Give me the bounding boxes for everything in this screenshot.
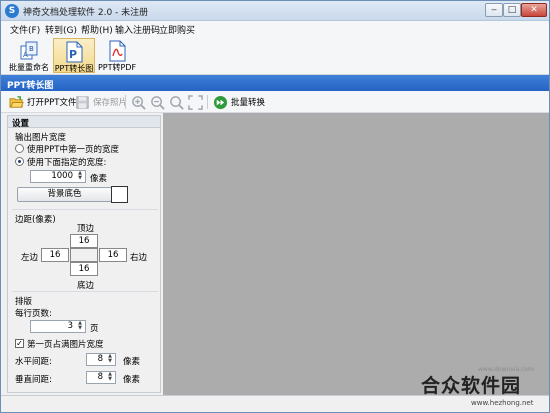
h-gap-value: 8 <box>97 354 103 364</box>
save-image-label: 保存照片 <box>93 98 128 108</box>
bottom-margin-input[interactable]: 16 <box>70 262 98 276</box>
rename-icon: A B <box>20 41 38 60</box>
width-value: 1000 <box>51 171 73 181</box>
background-color-button[interactable]: 背景底色 <box>17 187 112 202</box>
ribbon-batch-rename-label: 批量重命名 <box>9 63 49 72</box>
minimize-button[interactable]: ‒ <box>485 3 503 17</box>
pdf-icon <box>109 40 126 62</box>
stepper-arrows-icon[interactable]: ▲ ▼ <box>76 321 84 332</box>
open-ppt-label: 打开PPT文件 <box>27 98 77 108</box>
width-stepper[interactable]: 1000 ▲ ▼ <box>30 170 86 183</box>
window-title: 神奇文档处理软件 2.0 - 未注册 <box>23 8 149 18</box>
left-margin-input[interactable]: 16 <box>41 248 69 262</box>
section-title: PPT转长图 <box>1 75 549 91</box>
right-margin-input[interactable]: 16 <box>99 248 127 262</box>
app-logo-icon: S <box>5 4 19 18</box>
settings-panel: 设置 输出图片宽度 使用PPT中第一页的宽度 使用下面指定的宽度: 1000 ▲… <box>7 115 161 393</box>
divider <box>12 291 158 292</box>
v-gap-value: 8 <box>97 372 103 382</box>
menu-bar: 文件(F) 转到(G) 帮助(H) 输入注册码 立即购买 <box>1 21 549 37</box>
svg-text:B: B <box>29 45 34 53</box>
toolbar: 打开PPT文件 保存照片 批量转换 <box>1 91 549 113</box>
stepper-arrows-icon[interactable]: ▲ ▼ <box>106 354 114 365</box>
first-page-full-width-label: 第一页占满图片宽度 <box>27 340 104 350</box>
app-window: S 神奇文档处理软件 2.0 - 未注册 ‒ □ ✕ 文件(F) 转到(G) 帮… <box>0 0 550 413</box>
pages-per-row-value: 3 <box>67 321 73 331</box>
pages-per-row-stepper[interactable]: 3 ▲ ▼ <box>30 320 86 333</box>
svg-text:A: A <box>23 51 28 59</box>
batch-convert-label: 批量转换 <box>231 98 266 108</box>
close-button[interactable]: ✕ <box>521 3 547 17</box>
watermark-url: www.hezhong.net <box>471 399 534 407</box>
top-margin-label: 顶边 <box>77 224 95 234</box>
ribbon-batch-rename[interactable]: A B 批量重命名 <box>7 38 51 73</box>
menu-file[interactable]: 文件(F) <box>10 23 40 36</box>
ribbon-ppt-to-pdf-label: PPT转PDF <box>97 63 137 72</box>
background-color-swatch[interactable] <box>111 186 128 203</box>
right-margin-label: 右边 <box>130 253 148 263</box>
margin-preview-box <box>70 248 98 262</box>
batch-convert-button[interactable]: 批量转换 <box>213 94 265 110</box>
v-gap-unit: 像素 <box>123 375 141 385</box>
menu-help[interactable]: 帮助(H) <box>81 23 113 36</box>
toolbar-divider <box>207 95 208 109</box>
pages-per-row-unit: 页 <box>90 324 99 334</box>
radio-first-page-width-label: 使用PPT中第一页的宽度 <box>27 145 119 155</box>
divider <box>12 209 158 210</box>
ppt-icon: P <box>66 41 83 63</box>
radio-custom-width-label: 使用下面指定的宽度: <box>27 158 107 168</box>
open-ppt-button[interactable]: 打开PPT文件 <box>9 94 76 110</box>
svg-text:P: P <box>69 48 77 61</box>
preview-area[interactable] <box>163 113 549 395</box>
title-bar: S 神奇文档处理软件 2.0 - 未注册 ‒ □ ✕ <box>1 1 549 21</box>
menu-buy[interactable]: 立即购买 <box>159 23 195 36</box>
h-gap-label: 水平间距: <box>15 357 52 367</box>
zoom-fit-icon[interactable] <box>169 95 184 110</box>
save-image-button[interactable]: 保存照片 <box>75 94 127 110</box>
bottom-margin-label: 底边 <box>77 281 95 291</box>
toolbar-divider <box>125 95 126 109</box>
ribbon-ppt-to-image[interactable]: P PPT转长图 <box>53 38 95 73</box>
top-margin-input[interactable]: 16 <box>70 234 98 248</box>
save-icon <box>76 95 89 109</box>
first-page-full-width-checkbox[interactable]: ✓ <box>15 339 24 348</box>
ribbon-ppt-to-image-label: PPT转长图 <box>54 64 94 73</box>
settings-header: 设置 <box>8 116 160 129</box>
maximize-button[interactable]: □ <box>503 3 521 17</box>
width-unit: 像素 <box>90 174 108 184</box>
h-gap-stepper[interactable]: 8 ▲ ▼ <box>86 353 116 366</box>
layout-title: 排版 <box>15 297 33 307</box>
watermark-brand: 合众软件园 <box>421 375 522 397</box>
menu-register[interactable]: 输入注册码 <box>115 23 160 36</box>
ribbon-ppt-to-pdf[interactable]: PPT转PDF <box>97 38 137 73</box>
v-gap-label: 垂直间距: <box>15 375 52 385</box>
stepper-arrows-icon[interactable]: ▲ ▼ <box>106 372 114 383</box>
zoom-out-icon[interactable] <box>150 95 165 110</box>
v-gap-stepper[interactable]: 8 ▲ ▼ <box>86 371 116 384</box>
stepper-arrows-icon[interactable]: ▲ ▼ <box>76 171 84 182</box>
pages-per-row-label: 每行页数: <box>15 309 52 319</box>
radio-first-page-width[interactable] <box>15 144 24 153</box>
zoom-in-icon[interactable] <box>131 95 146 110</box>
ribbon: A B 批量重命名 P PPT转长图 PPT转PDF <box>1 37 549 75</box>
margins-title: 边距(像素) <box>15 215 56 225</box>
folder-open-icon <box>9 95 24 108</box>
output-width-title: 输出图片宽度 <box>15 133 67 143</box>
fast-forward-icon <box>213 95 228 109</box>
fullscreen-icon[interactable] <box>188 95 203 110</box>
h-gap-unit: 像素 <box>123 357 141 367</box>
left-margin-label: 左边 <box>21 253 39 263</box>
menu-goto[interactable]: 转到(G) <box>45 23 77 36</box>
radio-custom-width[interactable] <box>15 157 24 166</box>
